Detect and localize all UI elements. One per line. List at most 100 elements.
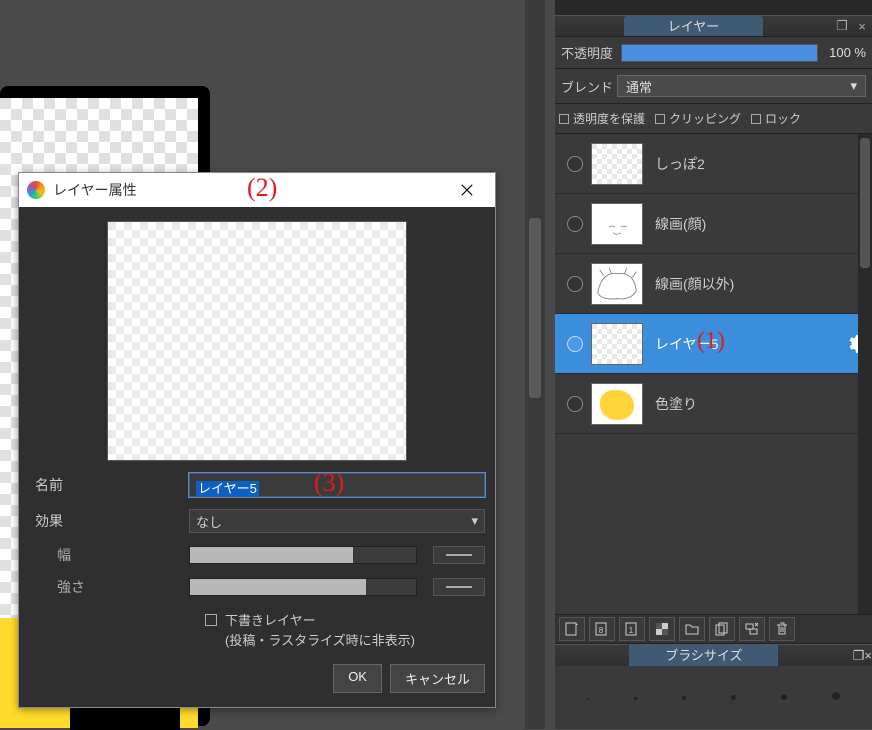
brush-panel-title: ブラシサイズ: [629, 645, 778, 666]
layer-options-row: 透明度を保護 クリッピング ロック: [555, 104, 872, 134]
strength-row: 強さ: [29, 577, 485, 597]
blend-value: 通常: [626, 77, 652, 96]
brush-size-dot[interactable]: [832, 692, 840, 700]
new-1bit-layer-button[interactable]: 1: [619, 617, 645, 641]
draft-text: 下書きレイヤー (投稿・ラスタライズ時に非表示): [225, 611, 415, 650]
visibility-toggle[interactable]: [567, 276, 583, 292]
visibility-toggle[interactable]: [567, 156, 583, 172]
brush-size-row[interactable]: [555, 666, 872, 706]
brush-size-dot[interactable]: [587, 698, 589, 700]
layer-name: レイヤー5: [655, 334, 844, 354]
checker-icon: [654, 621, 670, 637]
opacity-label: 不透明度: [561, 43, 621, 62]
width-slider-fill: [190, 547, 353, 563]
layer-thumbnail: [591, 383, 643, 425]
effect-value: なし: [196, 512, 222, 531]
layer-item[interactable]: しっぽ2: [555, 134, 872, 194]
folder-button[interactable]: [679, 617, 705, 641]
panel-undock-icon[interactable]: ❐: [853, 648, 865, 664]
layer-thumbnail: [591, 263, 643, 305]
panel-undock-icon[interactable]: ❐: [834, 18, 850, 34]
layer-item[interactable]: 色塗り: [555, 374, 872, 434]
ok-button[interactable]: OK: [333, 664, 382, 693]
dialog-buttons: OK キャンセル: [29, 664, 485, 693]
brush-size-dot[interactable]: [781, 694, 787, 700]
one-icon: 1: [624, 621, 640, 637]
dialog-body: 名前 レイヤー5 (3) 効果 なし ▾ 幅 強さ: [19, 207, 495, 707]
layer-name: 色塗り: [655, 394, 868, 414]
brush-size-dot[interactable]: [634, 697, 637, 700]
checkbox-icon: [751, 114, 761, 124]
new-layer-button[interactable]: [559, 617, 585, 641]
panel-close-icon[interactable]: ×: [864, 648, 872, 663]
layer-list[interactable]: しっぽ2 線画(顔)線画(顔以外)レイヤー5(1) 色塗り: [555, 134, 872, 614]
width-label: 幅: [29, 545, 189, 565]
lock-option[interactable]: ロック: [751, 110, 801, 127]
chevron-down-icon: ▾: [471, 513, 478, 529]
brush-panel-header: ブラシサイズ ❐ ×: [555, 644, 872, 666]
dash-icon: [446, 586, 472, 588]
layer-item[interactable]: 線画(顔): [555, 194, 872, 254]
duplicate-icon: [714, 621, 730, 637]
layer-item[interactable]: 線画(顔以外): [555, 254, 872, 314]
checker-button[interactable]: [649, 617, 675, 641]
visibility-toggle[interactable]: [567, 216, 583, 232]
svg-text:8: 8: [599, 626, 604, 635]
width-slider[interactable]: [189, 546, 417, 564]
clipping-option[interactable]: クリッピング: [655, 110, 741, 127]
draft-row: 下書きレイヤー (投稿・ラスタライズ時に非表示): [29, 611, 485, 650]
brush-size-dot[interactable]: [731, 695, 736, 700]
layer-thumbnail: [591, 203, 643, 245]
layer-thumbnail: [591, 323, 643, 365]
protect-alpha-option[interactable]: 透明度を保護: [559, 110, 645, 127]
strength-label: 強さ: [29, 577, 189, 597]
blend-label: ブレンド: [561, 77, 617, 96]
scrollbar-thumb[interactable]: [860, 138, 870, 268]
panel-top-spacer: [555, 0, 872, 15]
chevron-down-icon: ▾: [850, 78, 857, 94]
dialog-titlebar[interactable]: レイヤー属性 (2): [19, 173, 495, 207]
opacity-slider[interactable]: [621, 44, 818, 62]
width-row: 幅: [29, 545, 485, 565]
new-8bit-layer-button[interactable]: 8: [589, 617, 615, 641]
visibility-toggle[interactable]: [567, 396, 583, 412]
opacity-fill: [622, 45, 817, 61]
duplicate-button[interactable]: [709, 617, 735, 641]
effect-row: 効果 なし ▾: [29, 509, 485, 533]
layers-panel-title: レイヤー: [624, 16, 763, 36]
close-icon: [460, 183, 474, 197]
checkbox-icon: [559, 114, 569, 124]
layer-properties-dialog: レイヤー属性 (2) 名前 レイヤー5 (3) 効果 なし ▾ 幅: [18, 172, 496, 708]
close-button[interactable]: [447, 173, 487, 207]
strength-slider[interactable]: [189, 578, 417, 596]
strength-slider-fill: [190, 579, 366, 595]
cancel-button[interactable]: キャンセル: [390, 664, 485, 693]
blend-select[interactable]: 通常 ▾: [617, 75, 866, 97]
layer-thumbnail: [591, 143, 643, 185]
width-swatch[interactable]: [433, 546, 485, 564]
strength-swatch[interactable]: [433, 578, 485, 596]
draft-checkbox[interactable]: [205, 614, 217, 626]
folder-icon: [684, 621, 700, 637]
brush-size-dot[interactable]: [682, 696, 686, 700]
merge-icon: [744, 621, 760, 637]
name-input[interactable]: レイヤー5 (3): [189, 473, 485, 497]
scrollbar-thumb[interactable]: [529, 218, 541, 398]
layer-scrollbar[interactable]: [858, 134, 872, 614]
blend-row: ブレンド 通常 ▾: [555, 69, 872, 104]
dialog-title: レイヤー属性: [53, 180, 447, 200]
layer-name: しっぽ2: [655, 154, 868, 174]
vertical-scrollbar[interactable]: [525, 0, 545, 729]
visibility-toggle[interactable]: [567, 336, 583, 352]
merge-button[interactable]: [739, 617, 765, 641]
delete-layer-button[interactable]: [769, 617, 795, 641]
new-layer-icon: [564, 621, 580, 637]
effect-select[interactable]: なし ▾: [189, 509, 485, 533]
layer-item[interactable]: レイヤー5(1): [555, 314, 872, 374]
opacity-row: 不透明度 100 %: [555, 37, 872, 69]
panel-close-icon[interactable]: ×: [854, 19, 870, 34]
effect-label: 効果: [29, 511, 189, 531]
layer-preview: [107, 221, 407, 461]
name-input-value: レイヤー5: [196, 481, 259, 496]
eight-icon: 8: [594, 621, 610, 637]
